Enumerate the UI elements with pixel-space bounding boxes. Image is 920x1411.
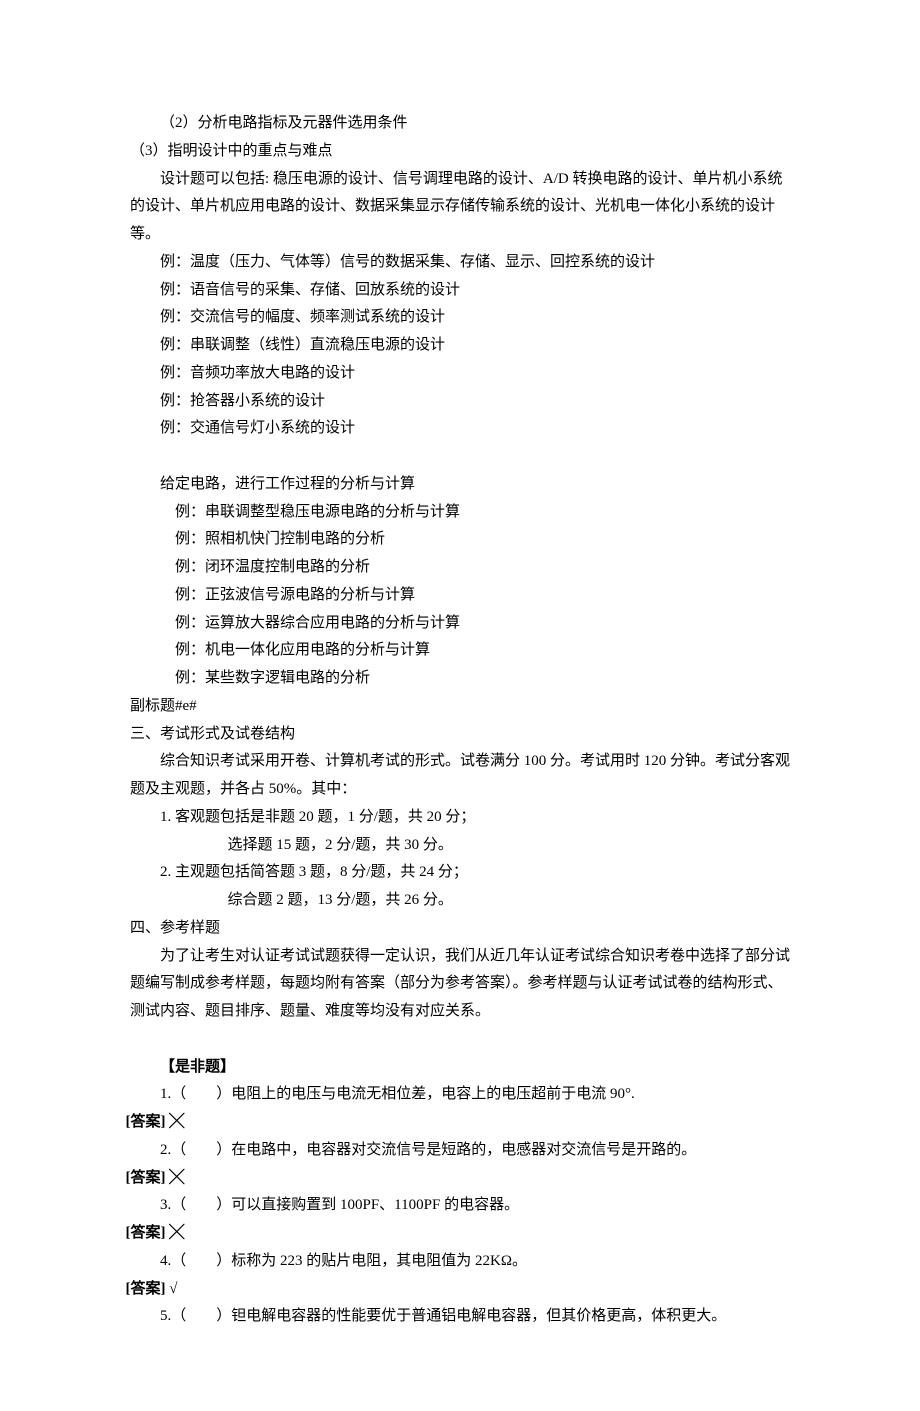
heading-4: 四、参考样题: [130, 915, 790, 943]
s3-li1b: 选择题 15 题，2 分/题，共 30 分。: [130, 832, 790, 860]
ex-analysis-5: 例：机电一体化应用电路的分析与计算: [130, 637, 790, 665]
design-intro: 设计题可以包括: 稳压电源的设计、信号调理电路的设计、A/D 转换电路的设计、单…: [130, 166, 790, 249]
tf-q4: 4.（ ）标称为 223 的贴片电阻，其电阻值为 22KΩ。: [130, 1248, 790, 1276]
tf-q5: 5.（ ）钽电解电容器的性能要优于普通铝电解电容器，但其价格更高，体积更大。: [130, 1303, 790, 1331]
tf-header: 【是非题】: [130, 1054, 790, 1082]
tf-a2: [答案] ╳: [126, 1165, 791, 1193]
ex-design-0: 例：温度（压力、气体等）信号的数据采集、存储、显示、回控系统的设计: [130, 249, 790, 277]
ex-design-2: 例：交流信号的幅度、频率测试系统的设计: [130, 304, 790, 332]
ex-design-3: 例：串联调整（线性）直流稳压电源的设计: [130, 332, 790, 360]
item-3: （3）指明设计中的重点与难点: [130, 138, 790, 166]
ex-analysis-1: 例：照相机快门控制电路的分析: [130, 526, 790, 554]
subtitle-tag: 副标题#e#: [130, 693, 790, 721]
ex-analysis-0: 例：串联调整型稳压电源电路的分析与计算: [130, 499, 790, 527]
s3-li2b: 综合题 2 题，13 分/题，共 26 分。: [130, 887, 790, 915]
s3-p1: 综合知识考试采用开卷、计算机考试的形式。试卷满分 100 分。考试用时 120 …: [130, 748, 790, 804]
ex-analysis-2: 例：闭环温度控制电路的分析: [130, 554, 790, 582]
heading-3: 三、考试形式及试卷结构: [130, 721, 790, 749]
s3-li2: 2. 主观题包括简答题 3 题，8 分/题，共 24 分；: [130, 859, 790, 887]
s3-li1: 1. 客观题包括是非题 20 题，1 分/题，共 20 分；: [130, 804, 790, 832]
tf-a1: [答案] ╳: [126, 1109, 791, 1137]
tf-q2: 2.（ ）在电路中，电容器对交流信号是短路的，电感器对交流信号是开路的。: [130, 1137, 790, 1165]
ex-analysis-4: 例：运算放大器综合应用电路的分析与计算: [130, 610, 790, 638]
ex-design-5: 例：抢答器小系统的设计: [130, 388, 790, 416]
tf-q3: 3.（ ）可以直接购置到 100PF、1100PF 的电容器。: [130, 1192, 790, 1220]
ex-design-6: 例：交通信号灯小系统的设计: [130, 415, 790, 443]
tf-a3: [答案] ╳: [126, 1220, 791, 1248]
item-2: （2）分析电路指标及元器件选用条件: [130, 110, 790, 138]
ex-design-4: 例：音频功率放大电路的设计: [130, 360, 790, 388]
s4-p1: 为了让考生对认证考试试题获得一定认识，我们从近几年认证考试综合知识考卷中选择了部…: [130, 943, 790, 1026]
ex-analysis-3: 例：正弦波信号源电路的分析与计算: [130, 582, 790, 610]
tf-q1: 1.（ ）电阻上的电压与电流无相位差，电容上的电压超前于电流 90°.: [130, 1081, 790, 1109]
analysis-intro: 给定电路，进行工作过程的分析与计算: [130, 471, 790, 499]
ex-analysis-6: 例：某些数字逻辑电路的分析: [130, 665, 790, 693]
tf-a4: [答案] √: [126, 1276, 791, 1304]
ex-design-1: 例：语音信号的采集、存储、回放系统的设计: [130, 277, 790, 305]
